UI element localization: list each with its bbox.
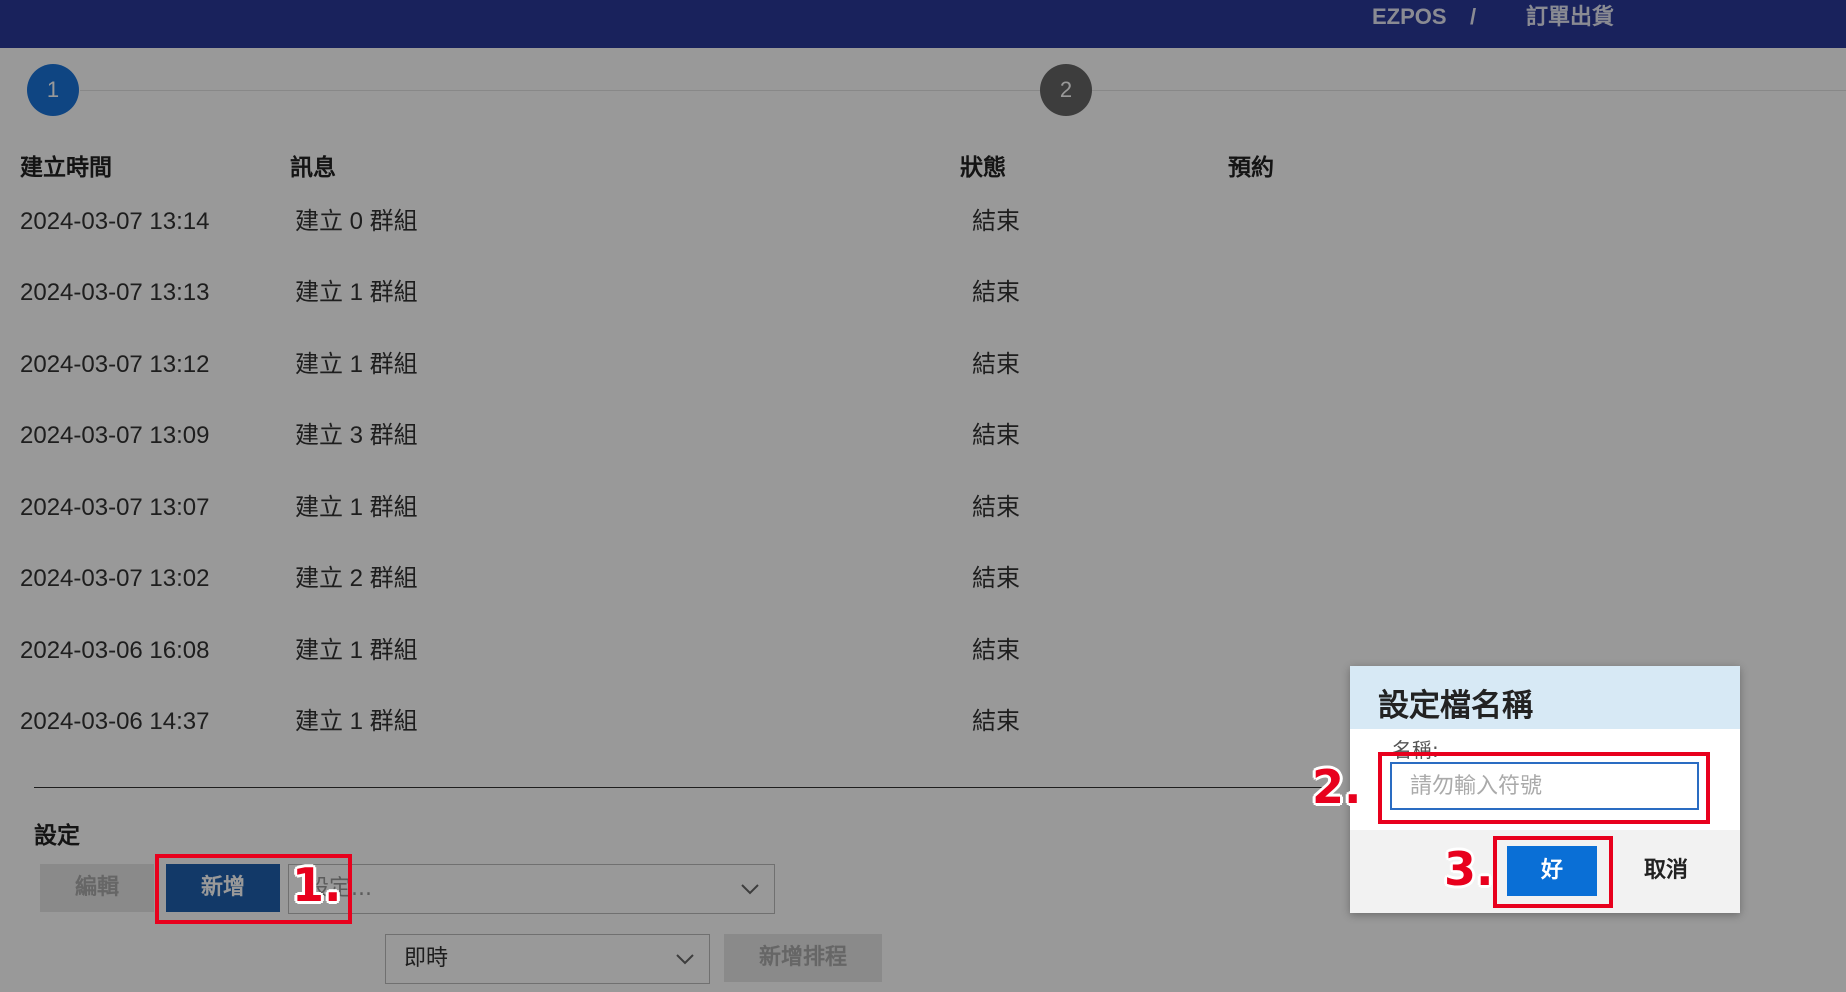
cancel-button[interactable]: 取消	[1610, 846, 1722, 896]
annotation-step-1: 1.	[292, 858, 342, 912]
highlight-name-input	[1378, 752, 1710, 824]
annotation-step-2: 2.	[1312, 760, 1362, 814]
dialog-title: 設定檔名稱	[1378, 688, 1533, 724]
highlight-ok-button	[1493, 836, 1613, 908]
dialog-header: 設定檔名稱	[1350, 666, 1740, 729]
annotation-step-3: 3.	[1444, 842, 1494, 896]
